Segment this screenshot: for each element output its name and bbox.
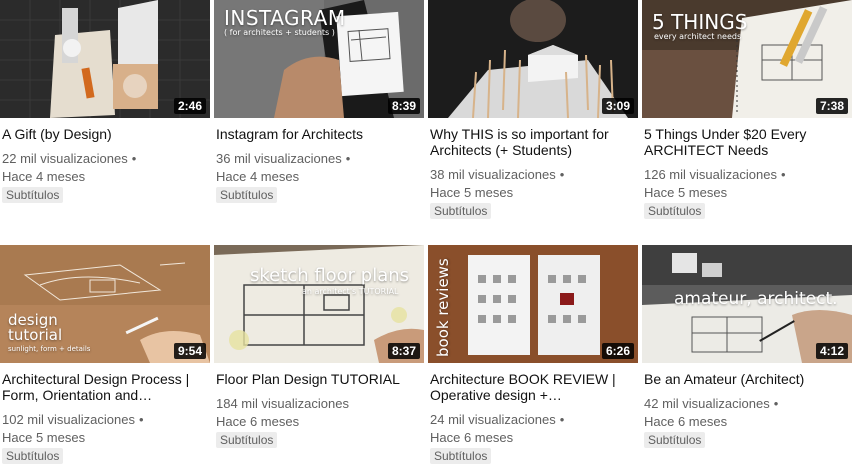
video-duration: 8:37 [387,343,420,359]
separator-dot: • [138,412,144,427]
thumbnail-subtitle-text: every architect needs [654,32,742,41]
video-grid: 2:46 A Gift (by Design) 22 mil visualiza… [0,0,857,465]
subtitles-badge: Subtítulos [2,448,64,464]
video-meta: 22 mil visualizaciones • Hace 4 meses [2,150,208,186]
thumbnail-subtitle-text: sunlight, form + details [8,345,91,353]
video-card[interactable]: 2:46 A Gift (by Design) 22 mil visualiza… [0,0,210,204]
video-views: 102 mil visualizaciones [2,412,135,427]
video-card[interactable]: sketch floor plans an architect's TUTORI… [214,245,424,449]
video-age: Hace 6 meses [430,430,514,445]
video-views: 184 mil visualizaciones [216,396,349,411]
video-views: 36 mil visualizaciones [216,151,342,166]
video-title[interactable]: Architectural Design Process | Form, Ori… [2,371,208,403]
video-thumbnail[interactable]: INSTAGRAM ( for architects + students ) … [214,0,424,118]
separator-dot: • [131,151,137,166]
video-card[interactable]: 5 THINGS every architect needs 7:38 5 Th… [642,0,852,220]
video-title[interactable]: Why THIS is so important for Architects … [430,126,636,158]
video-thumbnail[interactable]: 3:09 [428,0,638,118]
thumbnail-title-text: design tutorial [8,311,63,344]
video-card[interactable]: design tutorial sunlight, form + details… [0,245,210,465]
video-duration: 3:09 [601,98,634,114]
video-title[interactable]: A Gift (by Design) [2,126,208,142]
video-duration: 8:39 [387,98,420,114]
video-duration: 9:54 [173,343,206,359]
video-age: Hace 6 meses [644,414,728,429]
subtitles-badge: Subtítulos [644,203,706,219]
video-title[interactable]: Architecture BOOK REVIEW | Operative des… [430,371,636,403]
video-meta: 24 mil visualizaciones • Hace 6 meses [430,411,636,447]
subtitles-badge: Subtítulos [216,187,278,203]
subtitles-badge: Subtítulos [644,432,706,448]
video-meta: 42 mil visualizaciones • Hace 6 meses [644,395,850,431]
video-age: Hace 4 meses [216,169,300,184]
video-views: 24 mil visualizaciones [430,412,556,427]
video-meta: 126 mil visualizaciones • Hace 5 meses [644,166,850,202]
video-views: 42 mil visualizaciones [644,396,770,411]
separator-dot: • [559,167,565,182]
video-duration: 7:38 [815,98,848,114]
video-card[interactable]: INSTAGRAM ( for architects + students ) … [214,0,424,204]
video-age: Hace 5 meses [430,185,514,200]
video-meta: 102 mil visualizaciones • Hace 5 meses [2,411,208,447]
video-card[interactable]: 3:09 Why THIS is so important for Archit… [428,0,638,220]
video-duration: 4:12 [815,343,848,359]
thumbnail-title-text: sketch floor plans [250,265,410,286]
video-thumbnail[interactable]: design tutorial sunlight, form + details… [0,245,210,363]
video-meta: 36 mil visualizaciones • Hace 4 meses [216,150,422,186]
video-age: Hace 5 meses [644,185,728,200]
video-title[interactable]: 5 Things Under $20 Every ARCHITECT Needs [644,126,850,158]
video-age: Hace 4 meses [2,169,86,184]
video-age: Hace 5 meses [2,430,86,445]
thumbnail-title-text: INSTAGRAM [224,6,346,30]
video-thumbnail[interactable]: sketch floor plans an architect's TUTORI… [214,245,424,363]
video-card[interactable]: book reviews 6:26 Architecture BOOK REVI… [428,245,638,465]
separator-dot: • [559,412,565,427]
subtitles-badge: Subtítulos [216,432,278,448]
subtitles-badge: Subtítulos [2,187,64,203]
video-duration: 2:46 [173,98,206,114]
video-meta: 38 mil visualizaciones • Hace 5 meses [430,166,636,202]
video-title[interactable]: Instagram for Architects [216,126,422,142]
video-thumbnail[interactable]: 2:46 [0,0,210,118]
video-meta: 184 mil visualizaciones Hace 6 meses [216,395,422,431]
separator-dot: • [773,396,779,411]
thumbnail-title-text: amateur, architect. [674,289,838,309]
video-card[interactable]: amateur, architect. 4:12 Be an Amateur (… [642,245,852,449]
video-age: Hace 6 meses [216,414,300,429]
video-title[interactable]: Be an Amateur (Architect) [644,371,850,387]
video-thumbnail[interactable]: amateur, architect. 4:12 [642,245,852,363]
video-title[interactable]: Floor Plan Design TUTORIAL [216,371,422,387]
separator-dot: • [345,151,351,166]
video-thumbnail[interactable]: book reviews 6:26 [428,245,638,363]
thumbnail-subtitle-text: an architect's TUTORIAL [302,287,399,296]
video-views: 22 mil visualizaciones [2,151,128,166]
subtitles-badge: Subtítulos [430,448,492,464]
video-thumbnail[interactable]: 5 THINGS every architect needs 7:38 [642,0,852,118]
separator-dot: • [780,167,786,182]
thumbnail-title-text: book reviews [434,258,452,357]
video-duration: 6:26 [601,343,634,359]
subtitles-badge: Subtítulos [430,203,492,219]
thumbnail-title-text: 5 THINGS [652,10,748,34]
video-views: 38 mil visualizaciones [430,167,556,182]
thumbnail-subtitle-text: ( for architects + students ) [224,28,335,37]
video-views: 126 mil visualizaciones [644,167,777,182]
